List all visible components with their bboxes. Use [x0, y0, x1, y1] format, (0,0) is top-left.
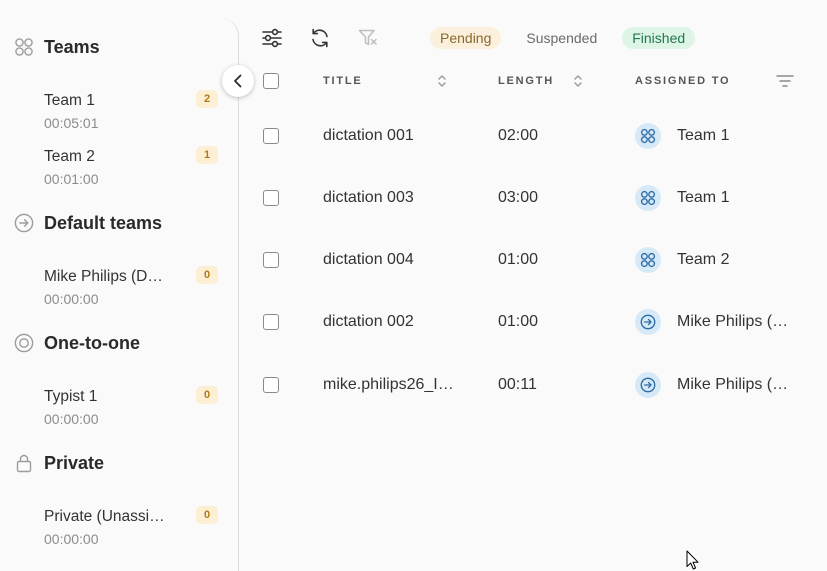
section-header-default-teams[interactable]: Default teams	[0, 209, 238, 237]
status-filter-finished[interactable]: Finished	[622, 27, 696, 49]
row-length: 01:00	[498, 251, 539, 268]
section-title: Default teams	[44, 213, 163, 233]
count-badge: 2	[196, 90, 218, 108]
table-row[interactable]: dictation 001 02:00 Team 1	[239, 116, 827, 156]
row-assignee: Team 2	[677, 251, 730, 268]
filter-lines-icon[interactable]	[776, 74, 794, 88]
item-name: Mike Philips (D…	[44, 268, 163, 285]
arrow-circle-icon	[14, 213, 34, 233]
teams-icon	[635, 123, 661, 149]
section-title: Teams	[44, 37, 100, 57]
row-assignee: Team 1	[677, 127, 730, 144]
item-name: Typist 1	[44, 388, 98, 405]
table-header: TITLE LENGTH ASSIGNED TO	[239, 61, 827, 101]
sidebar-item-typist-1[interactable]: Typist 1 00:00:00 0	[0, 386, 238, 443]
column-header-title[interactable]: TITLE	[323, 61, 363, 101]
item-duration: 00:00:00	[44, 411, 99, 427]
status-filter-pending[interactable]: Pending	[430, 27, 502, 49]
row-assignee: Team 1	[677, 189, 730, 206]
section-header-one-to-one[interactable]: One-to-one	[0, 329, 238, 357]
section-title: One-to-one	[44, 333, 140, 353]
sort-icon[interactable]	[436, 73, 448, 89]
row-length: 02:00	[498, 127, 539, 144]
row-assignee: Mike Philips (…	[677, 376, 789, 393]
row-title: mike.philips26_I…	[323, 376, 454, 393]
row-title: dictation 001	[323, 127, 414, 144]
sidebar-section-private: Private Private (Unassi… 00:00:00 0	[0, 449, 238, 563]
row-checkbox[interactable]	[263, 377, 279, 393]
section-header-private[interactable]: Private	[0, 449, 238, 477]
row-title: dictation 003	[323, 189, 414, 206]
section-title: Private	[44, 453, 105, 473]
item-name: Team 1	[44, 92, 95, 109]
row-length: 03:00	[498, 189, 539, 206]
target-icon	[14, 333, 34, 353]
row-length: 00:11	[498, 376, 537, 393]
row-checkbox[interactable]	[263, 252, 279, 268]
item-duration: 00:05:01	[44, 115, 99, 131]
count-badge: 1	[196, 146, 218, 164]
row-assignee: Mike Philips (…	[677, 313, 789, 330]
row-checkbox[interactable]	[263, 128, 279, 144]
row-checkbox[interactable]	[263, 190, 279, 206]
mouse-cursor	[686, 550, 699, 570]
chevron-left-icon	[229, 72, 247, 90]
row-length: 01:00	[498, 313, 539, 330]
table-row[interactable]: dictation 003 03:00 Team 1	[239, 178, 827, 218]
sort-icon[interactable]	[572, 73, 584, 89]
teams-icon	[635, 247, 661, 273]
item-duration: 00:00:00	[44, 531, 99, 547]
item-duration: 00:00:00	[44, 291, 99, 307]
arrow-circle-icon	[635, 309, 661, 335]
sliders-icon[interactable]	[261, 27, 283, 49]
select-all-checkbox[interactable]	[263, 73, 279, 89]
sidebar: Teams Team 1 00:05:01 2 Team 2 00:01:00 …	[0, 18, 239, 571]
item-duration: 00:01:00	[44, 171, 99, 187]
table-row[interactable]: mike.philips26_I… 00:11 Mike Philips (…	[239, 365, 827, 405]
sidebar-item-team-1[interactable]: Team 1 00:05:01 2	[0, 90, 238, 147]
collapse-sidebar-button[interactable]	[222, 65, 254, 97]
sidebar-section-teams: Teams Team 1 00:05:01 2 Team 2 00:01:00 …	[0, 33, 238, 203]
sidebar-item-private-unassigned[interactable]: Private (Unassi… 00:00:00 0	[0, 506, 238, 563]
teams-icon	[14, 37, 34, 57]
teams-icon	[635, 185, 661, 211]
item-name: Team 2	[44, 148, 95, 165]
refresh-icon[interactable]	[309, 27, 331, 49]
arrow-circle-icon	[635, 372, 661, 398]
sidebar-section-default-teams: Default teams Mike Philips (D… 00:00:00 …	[0, 209, 238, 323]
column-header-length[interactable]: LENGTH	[498, 61, 554, 101]
count-badge: 0	[196, 266, 218, 284]
column-header-assigned-to[interactable]: ASSIGNED TO	[635, 61, 730, 101]
lock-icon	[14, 453, 34, 473]
row-title: dictation 002	[323, 313, 414, 330]
main-panel: Pending Suspended Finished TITLE LENGTH …	[239, 0, 827, 571]
table-row[interactable]: dictation 004 01:00 Team 2	[239, 240, 827, 280]
item-name: Private (Unassi…	[44, 508, 165, 525]
status-filter-group: Pending Suspended Finished	[430, 27, 696, 49]
row-title: dictation 004	[323, 251, 414, 268]
status-filter-suspended[interactable]: Suspended	[516, 27, 607, 49]
filter-clear-icon[interactable]	[357, 27, 379, 49]
sidebar-item-mike-philips[interactable]: Mike Philips (D… 00:00:00 0	[0, 266, 238, 323]
row-checkbox[interactable]	[263, 314, 279, 330]
count-badge: 0	[196, 386, 218, 404]
section-header-teams[interactable]: Teams	[0, 33, 238, 61]
table-row[interactable]: dictation 002 01:00 Mike Philips (…	[239, 302, 827, 342]
sidebar-section-one-to-one: One-to-one Typist 1 00:00:00 0	[0, 329, 238, 443]
count-badge: 0	[196, 506, 218, 524]
sidebar-item-team-2[interactable]: Team 2 00:01:00 1	[0, 146, 238, 203]
